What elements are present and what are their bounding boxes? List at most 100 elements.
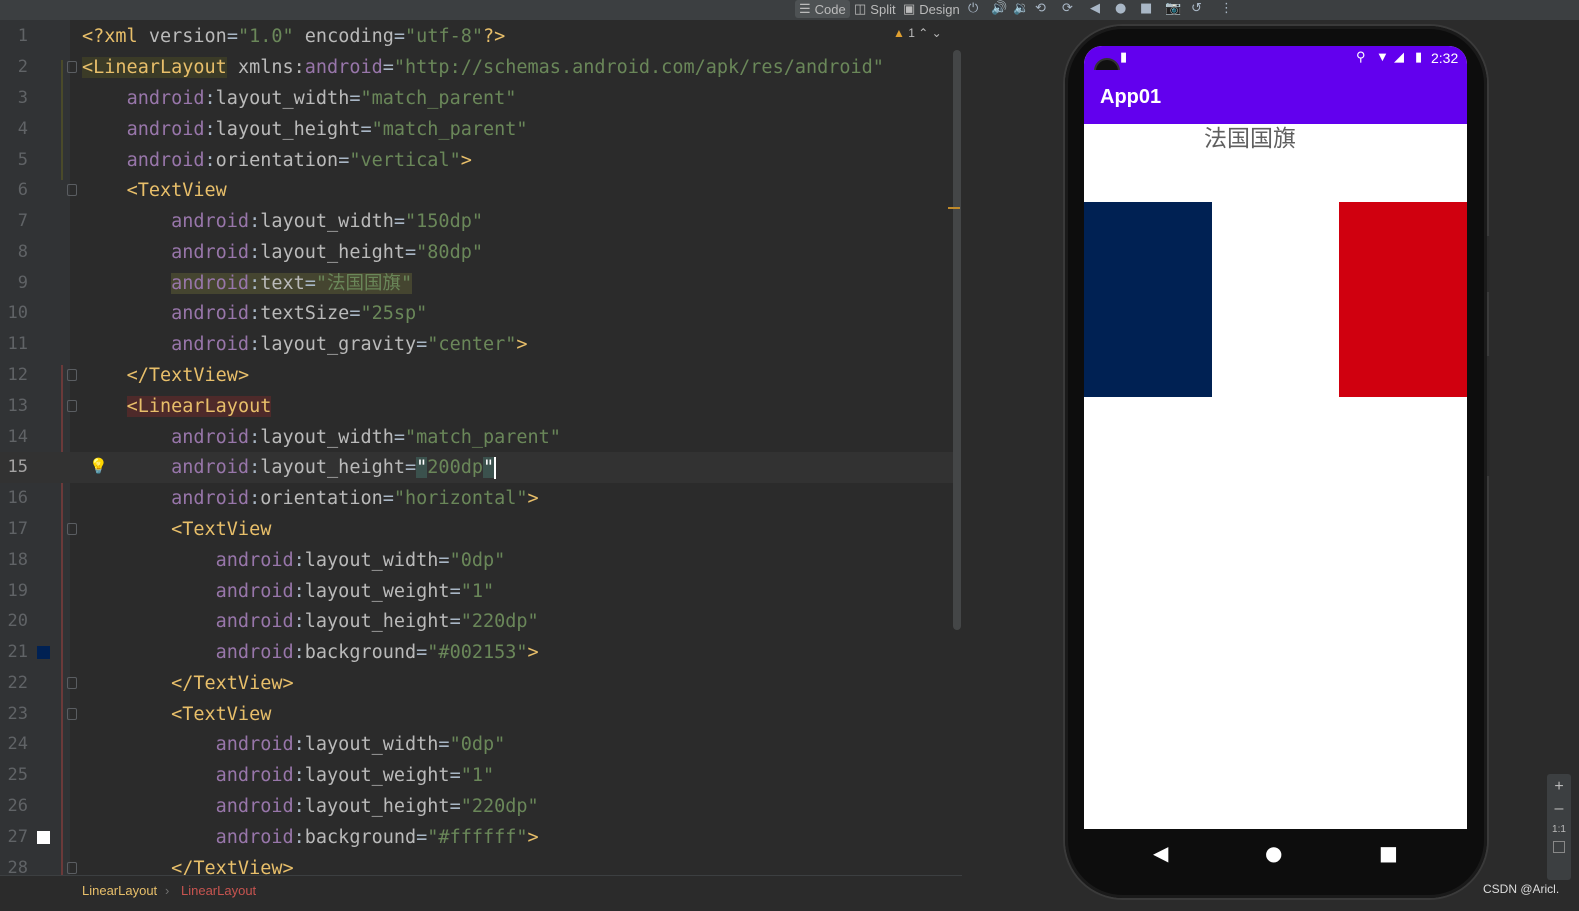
code-line: 25 android:layout_weight="1" xyxy=(0,760,955,791)
nav-back-icon[interactable]: ◀ xyxy=(1153,841,1168,865)
code-line: 23 <TextView xyxy=(0,699,955,730)
code-text: android:layout_height="80dp" xyxy=(171,242,483,263)
flag-title-text: 法国国旗 xyxy=(1204,126,1296,152)
code-text: android:background="#002153"> xyxy=(215,642,539,663)
code-editor[interactable]: ▲ 1 ⌃ ⌄ 1 <?xml version="1.0" encoding="… xyxy=(0,20,962,875)
device-screen: ▮ ⚲ ▼ ◢ ▮ 2:32 App01 法国国旗 xyxy=(1084,46,1467,829)
code-text: <TextView xyxy=(171,704,272,725)
code-text: android:layout_width="150dp" xyxy=(171,211,483,232)
fold-icon[interactable] xyxy=(67,708,77,720)
fold-icon[interactable] xyxy=(67,677,77,689)
line-number: 14 xyxy=(7,427,28,447)
line-number: 10 xyxy=(7,303,28,323)
location-icon: ⚲ xyxy=(1356,49,1366,64)
design-view-toggle[interactable]: ▣ Design xyxy=(899,0,964,18)
code-text: android:layout_height="220dp" xyxy=(215,796,539,817)
design-view-label: Design xyxy=(919,1,960,17)
code-text: </TextView> xyxy=(171,858,294,875)
line-number: 1 xyxy=(17,26,28,46)
code-view-label: Code xyxy=(814,1,846,17)
editor-scrollbar[interactable] xyxy=(953,50,961,630)
line-number: 19 xyxy=(7,581,28,601)
line-number: 26 xyxy=(7,796,28,816)
code-line: 3 android:layout_width="match_parent" xyxy=(0,83,955,114)
nav-home-icon[interactable]: ● xyxy=(1265,841,1282,865)
code-text: android:layout_width="0dp" xyxy=(215,734,506,755)
fold-icon[interactable] xyxy=(67,862,77,874)
code-view-icon: ☰ xyxy=(799,1,811,16)
breadcrumb-item[interactable]: LinearLayout xyxy=(82,883,157,898)
back-icon[interactable]: ◀ xyxy=(1090,1,1100,16)
sd-card-icon: ▮ xyxy=(1120,49,1128,64)
zoom-actual-size-button[interactable]: 1:1 xyxy=(1547,824,1571,835)
code-text: android:layout_width="match_parent" xyxy=(171,427,561,448)
code-view-toggle[interactable]: ☰ Code xyxy=(795,0,850,18)
line-number: 12 xyxy=(7,365,28,385)
split-view-icon: ◫ xyxy=(854,1,867,16)
rotate-right-icon[interactable]: ⟳ xyxy=(1062,1,1073,16)
fold-icon[interactable] xyxy=(67,184,77,196)
split-view-toggle[interactable]: ◫ Split xyxy=(850,0,900,18)
code-line: 4 android:layout_height="match_parent" xyxy=(0,114,955,145)
battery-icon: ▮ xyxy=(1415,49,1423,64)
line-number: 18 xyxy=(7,550,28,570)
line-number: 9 xyxy=(17,273,28,293)
wifi-icon: ▼ xyxy=(1376,49,1389,64)
volume-up-icon[interactable]: 🔊 xyxy=(991,1,1007,16)
fold-icon[interactable] xyxy=(67,61,77,73)
color-swatch[interactable] xyxy=(37,646,50,659)
code-text: android:layout_weight="1" xyxy=(215,581,495,602)
line-number: 23 xyxy=(7,704,28,724)
code-text: android:layout_weight="1" xyxy=(215,765,495,786)
code-line: 24 android:layout_width="0dp" xyxy=(0,729,955,760)
code-line: 2 <LinearLayout xmlns:android="http://sc… xyxy=(0,52,955,83)
power-icon[interactable]: ⏻ xyxy=(968,1,978,16)
status-time: 2:32 xyxy=(1431,50,1459,66)
zoom-out-button[interactable]: – xyxy=(1547,800,1571,818)
code-text: android:orientation="vertical"> xyxy=(126,150,472,171)
device-nav-bar: ◀ ● ■ xyxy=(1084,829,1467,879)
line-number: 28 xyxy=(7,858,28,875)
zoom-to-fit-icon[interactable] xyxy=(1553,841,1565,853)
code-line: 1 <?xml version="1.0" encoding="utf-8"?> xyxy=(0,21,955,52)
code-line: 26 android:layout_height="220dp" xyxy=(0,791,955,822)
line-number: 24 xyxy=(7,734,28,754)
signal-icon: ◢ xyxy=(1394,49,1404,64)
line-number: 2 xyxy=(17,57,28,77)
warning-stripe-marker[interactable] xyxy=(948,207,960,209)
fold-icon[interactable] xyxy=(67,400,77,412)
text-cursor xyxy=(494,457,497,479)
fold-icon[interactable] xyxy=(67,523,77,535)
code-text: android:layout_width="0dp" xyxy=(215,550,506,571)
more-options-icon[interactable]: ⋮ xyxy=(1220,1,1233,16)
line-number: 13 xyxy=(7,396,28,416)
line-number: 3 xyxy=(17,88,28,108)
fold-icon[interactable] xyxy=(67,369,77,381)
code-line: 11 android:layout_gravity="center"> xyxy=(0,329,955,360)
split-view-label: Split xyxy=(870,1,896,17)
rotate-left-icon[interactable]: ⟲ xyxy=(1035,1,1046,16)
restore-icon[interactable]: ↺ xyxy=(1191,1,1202,16)
nav-recents-icon[interactable]: ■ xyxy=(1379,841,1398,865)
top-toolbar: ☰ Code ◫ Split ▣ Design ⏻ 🔊 🔉 ⟲ ⟳ ◀ ● ■ … xyxy=(0,0,1579,20)
zoom-in-button[interactable]: + xyxy=(1547,778,1571,796)
code-line: 14 android:layout_width="match_parent" xyxy=(0,422,955,453)
code-line: 10 android:textSize="25sp" xyxy=(0,298,955,329)
line-number: 16 xyxy=(7,488,28,508)
code-line: 6 <TextView xyxy=(0,175,955,206)
code-line: 9 android:text="法国国旗" xyxy=(0,268,955,299)
overview-icon[interactable]: ■ xyxy=(1140,1,1152,16)
line-number: 11 xyxy=(7,334,28,354)
home-icon[interactable]: ● xyxy=(1115,1,1126,16)
breadcrumb-item[interactable]: LinearLayout xyxy=(181,883,256,898)
flag-red-stripe xyxy=(1339,202,1467,397)
code-text: android:orientation="horizontal"> xyxy=(171,488,539,509)
device-side-button xyxy=(1487,356,1490,476)
breadcrumb-separator: › xyxy=(165,883,170,898)
code-line: 19 android:layout_weight="1" xyxy=(0,576,955,607)
screenshot-icon[interactable]: 📷 xyxy=(1165,1,1181,16)
color-swatch[interactable] xyxy=(37,831,50,844)
line-number: 6 xyxy=(17,180,28,200)
volume-down-icon[interactable]: 🔉 xyxy=(1013,1,1029,16)
code-line: 16 android:orientation="horizontal"> xyxy=(0,483,955,514)
